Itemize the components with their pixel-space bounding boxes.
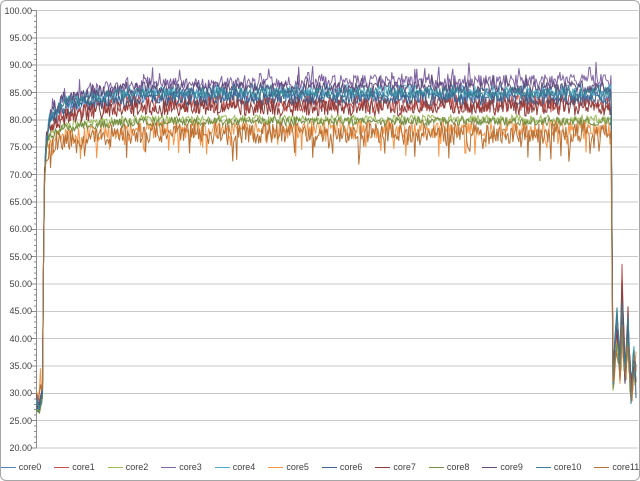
y-tick-label: 85.00 [1,88,32,98]
legend-line-marker-icon [215,467,230,468]
y-tick-label: 65.00 [1,197,32,207]
y-axis [32,11,37,449]
legend-line-marker-icon [322,467,337,468]
y-tick-label: 70.00 [1,170,32,180]
legend-item-core1[interactable]: core1 [54,462,95,472]
series-line-core3 [37,62,637,404]
legend-label: core5 [286,462,309,472]
legend-item-core10[interactable]: core10 [536,462,582,472]
plot-area [1,1,640,481]
y-tick-label: 25.00 [1,416,32,426]
legend-line-marker-icon [594,467,609,468]
gridlines [37,11,639,449]
y-tick-label: 80.00 [1,115,32,125]
legend-label: core2 [126,462,149,472]
legend-item-core5[interactable]: core5 [268,462,309,472]
y-tick-label: 60.00 [1,224,32,234]
legend-line-marker-icon [161,467,176,468]
y-tick-label: 75.00 [1,142,32,152]
legend-line-marker-icon [429,467,444,468]
legend-item-core7[interactable]: core7 [375,462,416,472]
legend-item-core8[interactable]: core8 [429,462,470,472]
legend-label: core7 [393,462,416,472]
series-line-core8 [37,117,637,412]
y-tick-label: 30.00 [1,388,32,398]
legend: core0 core1 core2 core3 core4 core5 core6 core7… [1,460,639,474]
series-line-core11 [37,123,637,402]
legend-item-core9[interactable]: core9 [482,462,523,472]
legend-label: core1 [72,462,95,472]
legend-label: core6 [340,462,363,472]
legend-label: core3 [179,462,202,472]
series-line-core2 [37,115,637,414]
legend-item-core0[interactable]: core0 [1,462,42,472]
y-tick-label: 100.00 [1,6,32,16]
y-tick-label: 45.00 [1,306,32,316]
y-tick-label: 55.00 [1,252,32,262]
series-lines [37,62,637,414]
chart: 100.00 95.00 90.00 85.00 80.00 75.00 70.00 65.0… [0,0,640,481]
legend-label: core11 [612,462,639,472]
legend-line-marker-icon [268,467,283,468]
legend-line-marker-icon [536,467,551,468]
legend-item-core6[interactable]: core6 [322,462,363,472]
legend-line-marker-icon [108,467,123,468]
legend-label: core8 [447,462,470,472]
legend-label: core9 [500,462,523,472]
y-tick-label: 90.00 [1,60,32,70]
y-tick-label: 95.00 [1,33,32,43]
y-tick-label: 20.00 [1,443,32,453]
y-tick-label: 40.00 [1,334,32,344]
y-tick-label: 35.00 [1,361,32,371]
legend-line-marker-icon [1,467,16,468]
legend-label: core4 [233,462,256,472]
legend-item-core11[interactable]: core11 [594,462,639,472]
legend-item-core4[interactable]: core4 [215,462,256,472]
legend-line-marker-icon [482,467,497,468]
legend-item-core3[interactable]: core3 [161,462,202,472]
legend-label: core0 [19,462,42,472]
legend-line-marker-icon [375,467,390,468]
series-line-core5 [37,120,637,398]
legend-item-core2[interactable]: core2 [108,462,149,472]
legend-line-marker-icon [54,467,69,468]
legend-label: core10 [554,462,582,472]
y-tick-label: 50.00 [1,279,32,289]
